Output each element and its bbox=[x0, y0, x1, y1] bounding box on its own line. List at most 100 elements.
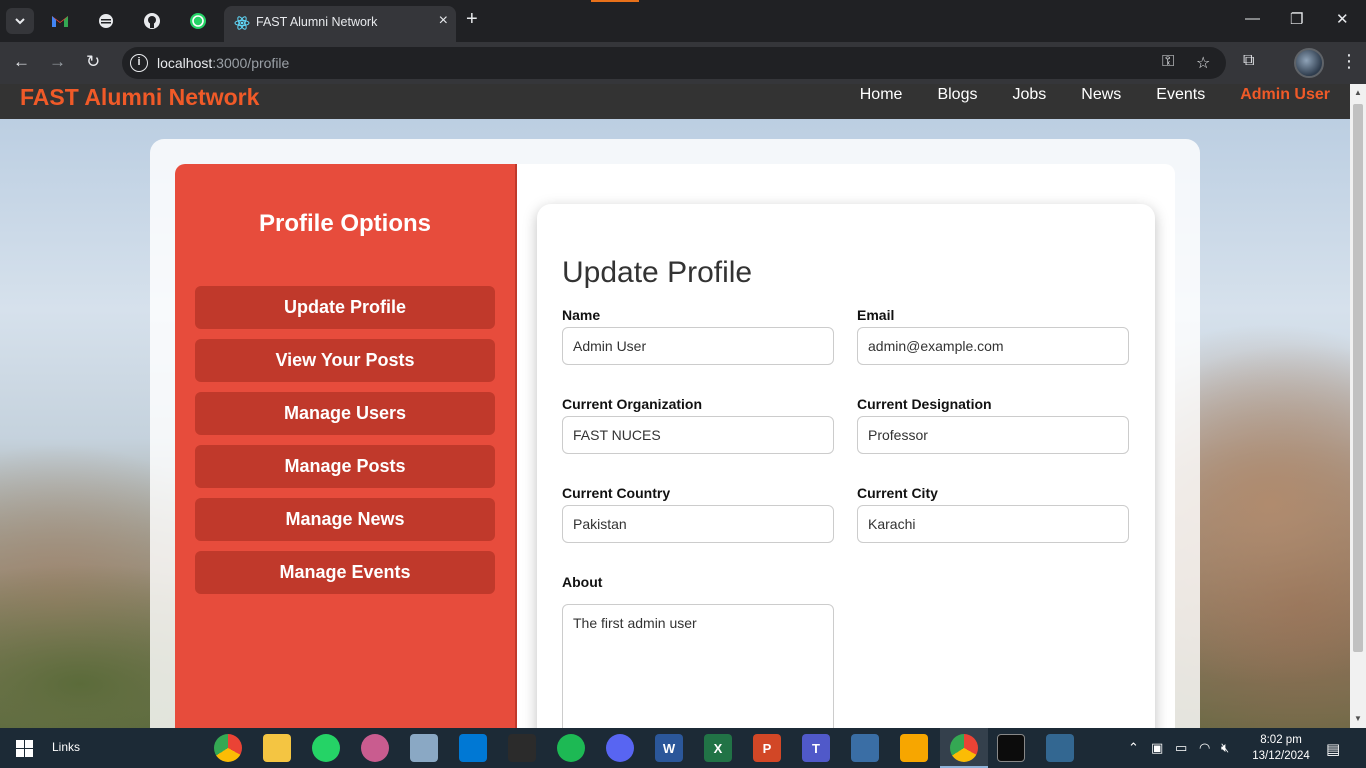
scroll-up-icon[interactable]: ▲ bbox=[1354, 88, 1362, 97]
site-navbar: FAST Alumni Network Home Blogs Jobs News… bbox=[0, 84, 1350, 119]
circle-logo-icon bbox=[99, 14, 113, 28]
extensions-icon[interactable]: ⧉ bbox=[1243, 52, 1254, 70]
paint-icon[interactable] bbox=[361, 734, 389, 762]
file-explorer-icon[interactable] bbox=[263, 734, 291, 762]
taskbar-clock[interactable]: 8:02 pm 13/12/2024 bbox=[1246, 732, 1316, 764]
media-player-icon[interactable] bbox=[508, 734, 536, 762]
tab-search-button[interactable] bbox=[6, 8, 34, 34]
site-nav-links: Home Blogs Jobs News Events Admin User bbox=[860, 86, 1330, 104]
manage-users-button[interactable]: Manage Users bbox=[195, 392, 495, 435]
wifi-icon[interactable]: ◠ bbox=[1199, 740, 1210, 756]
windows-taskbar: Links W X P T ⌃ ▣ ▭ ◠ 🔇︎ 8:02 pm 13/12/2… bbox=[0, 728, 1366, 768]
about-label: About bbox=[562, 574, 603, 590]
url-text[interactable]: localhost:3000/profile bbox=[157, 55, 289, 71]
profile-options-sidebar: Profile Options Update Profile View Your… bbox=[175, 164, 517, 728]
clock-time: 8:02 pm bbox=[1260, 734, 1302, 746]
sidebar-title: Profile Options bbox=[258, 210, 431, 237]
password-key-icon[interactable]: ⚿ bbox=[1162, 53, 1174, 71]
word-icon[interactable]: W bbox=[655, 734, 683, 762]
email-field[interactable] bbox=[857, 327, 1129, 365]
city-field[interactable] bbox=[857, 505, 1129, 543]
nav-home[interactable]: Home bbox=[860, 86, 903, 104]
manage-posts-button[interactable]: Manage Posts bbox=[195, 445, 495, 488]
chrome-active-icon[interactable] bbox=[950, 734, 978, 762]
volume-muted-icon[interactable]: 🔇︎ bbox=[1221, 740, 1229, 756]
clock-date: 13/12/2024 bbox=[1252, 750, 1310, 762]
browser-menu-icon[interactable]: ⋮ bbox=[1340, 51, 1358, 72]
update-profile-button[interactable]: Update Profile bbox=[195, 286, 495, 329]
browser-tab-bar: FAST Alumni Network × + — ❐ ✕ bbox=[0, 0, 1366, 42]
designation-field[interactable] bbox=[857, 416, 1129, 454]
address-bar[interactable]: i localhost:3000/profile ⚿ ☆ bbox=[122, 47, 1226, 79]
browser-toolbar: ← → ↻ i localhost:3000/profile ⚿ ☆ ⧉ ⋮ bbox=[0, 42, 1366, 84]
name-field[interactable] bbox=[562, 327, 834, 365]
tray-app-icon[interactable]: ▣ bbox=[1151, 740, 1163, 756]
update-profile-form: Update Profile Name Email Current Organi… bbox=[537, 204, 1155, 728]
new-tab-button[interactable]: + bbox=[466, 8, 478, 31]
close-tab-icon[interactable]: × bbox=[439, 12, 448, 30]
vscode-icon[interactable] bbox=[459, 734, 487, 762]
bookmark-star-icon[interactable]: ☆ bbox=[1196, 53, 1210, 73]
close-window-icon[interactable]: ✕ bbox=[1336, 10, 1349, 28]
site-info-icon[interactable]: i bbox=[130, 54, 148, 72]
react-icon bbox=[234, 16, 250, 30]
active-tab[interactable]: FAST Alumni Network × bbox=[224, 6, 456, 42]
organization-label: Current Organization bbox=[562, 396, 703, 412]
tab-title: FAST Alumni Network bbox=[256, 15, 378, 29]
city-label: Current City bbox=[857, 485, 938, 501]
windows-start-icon[interactable] bbox=[16, 740, 33, 757]
gmail-icon bbox=[52, 16, 68, 27]
name-label: Name bbox=[562, 307, 601, 323]
restore-icon[interactable]: ❐ bbox=[1290, 10, 1303, 28]
nav-news[interactable]: News bbox=[1081, 86, 1121, 104]
tab-group-indicator bbox=[591, 0, 639, 2]
snipping-tool-icon[interactable] bbox=[410, 734, 438, 762]
profile-avatar[interactable] bbox=[1294, 48, 1324, 78]
manage-events-button[interactable]: Manage Events bbox=[195, 551, 495, 594]
about-field[interactable]: The first admin user bbox=[562, 604, 834, 728]
postgresql-icon[interactable] bbox=[1046, 734, 1074, 762]
pinned-tab-2[interactable] bbox=[94, 9, 118, 33]
teams-icon[interactable]: T bbox=[802, 734, 830, 762]
show-hidden-icons-icon[interactable]: ⌃ bbox=[1128, 740, 1139, 756]
page-viewport: FAST Alumni Network Home Blogs Jobs News… bbox=[0, 84, 1350, 728]
pinned-tab-gmail[interactable] bbox=[48, 9, 72, 33]
view-your-posts-button[interactable]: View Your Posts bbox=[195, 339, 495, 382]
email-label: Email bbox=[857, 307, 895, 323]
discord-icon[interactable] bbox=[606, 734, 634, 762]
country-field[interactable] bbox=[562, 505, 834, 543]
nav-jobs[interactable]: Jobs bbox=[1012, 86, 1046, 104]
form-title: Update Profile bbox=[562, 256, 753, 289]
forward-icon[interactable]: → bbox=[49, 52, 66, 72]
scrollbar-thumb[interactable] bbox=[1353, 104, 1363, 652]
terminal-icon[interactable] bbox=[997, 734, 1025, 762]
manage-news-button[interactable]: Manage News bbox=[195, 498, 495, 541]
nav-blogs[interactable]: Blogs bbox=[937, 86, 977, 104]
designation-label: Current Designation bbox=[857, 396, 992, 412]
back-icon[interactable]: ← bbox=[13, 52, 30, 72]
chevron-down-icon bbox=[15, 18, 25, 25]
profile-panel: Profile Options Update Profile View Your… bbox=[175, 164, 1175, 728]
github-icon bbox=[144, 13, 160, 29]
pinned-tab-whatsapp[interactable] bbox=[186, 9, 210, 33]
minimize-icon[interactable]: — bbox=[1245, 10, 1260, 27]
spotify-icon[interactable] bbox=[557, 734, 585, 762]
reload-icon[interactable]: ↻ bbox=[86, 52, 100, 72]
pinned-tab-github[interactable] bbox=[140, 9, 164, 33]
battery-icon[interactable]: ▭ bbox=[1175, 740, 1187, 756]
organization-field[interactable] bbox=[562, 416, 834, 454]
chrome-icon[interactable] bbox=[214, 734, 242, 762]
vmware-icon[interactable] bbox=[900, 734, 928, 762]
country-label: Current Country bbox=[562, 485, 671, 501]
page-scrollbar[interactable]: ▲ ▼ bbox=[1350, 84, 1366, 728]
powerpoint-icon[interactable]: P bbox=[753, 734, 781, 762]
nav-events[interactable]: Events bbox=[1156, 86, 1205, 104]
nav-admin-user[interactable]: Admin User bbox=[1240, 86, 1330, 104]
notifications-icon[interactable]: ▤ bbox=[1326, 740, 1340, 758]
taskbar-links-toolbar[interactable]: Links bbox=[52, 740, 80, 754]
excel-icon[interactable]: X bbox=[704, 734, 732, 762]
whatsapp-taskbar-icon[interactable] bbox=[312, 734, 340, 762]
scroll-down-icon[interactable]: ▼ bbox=[1354, 714, 1362, 723]
site-brand[interactable]: FAST Alumni Network bbox=[20, 84, 259, 111]
calculator-icon[interactable] bbox=[851, 734, 879, 762]
